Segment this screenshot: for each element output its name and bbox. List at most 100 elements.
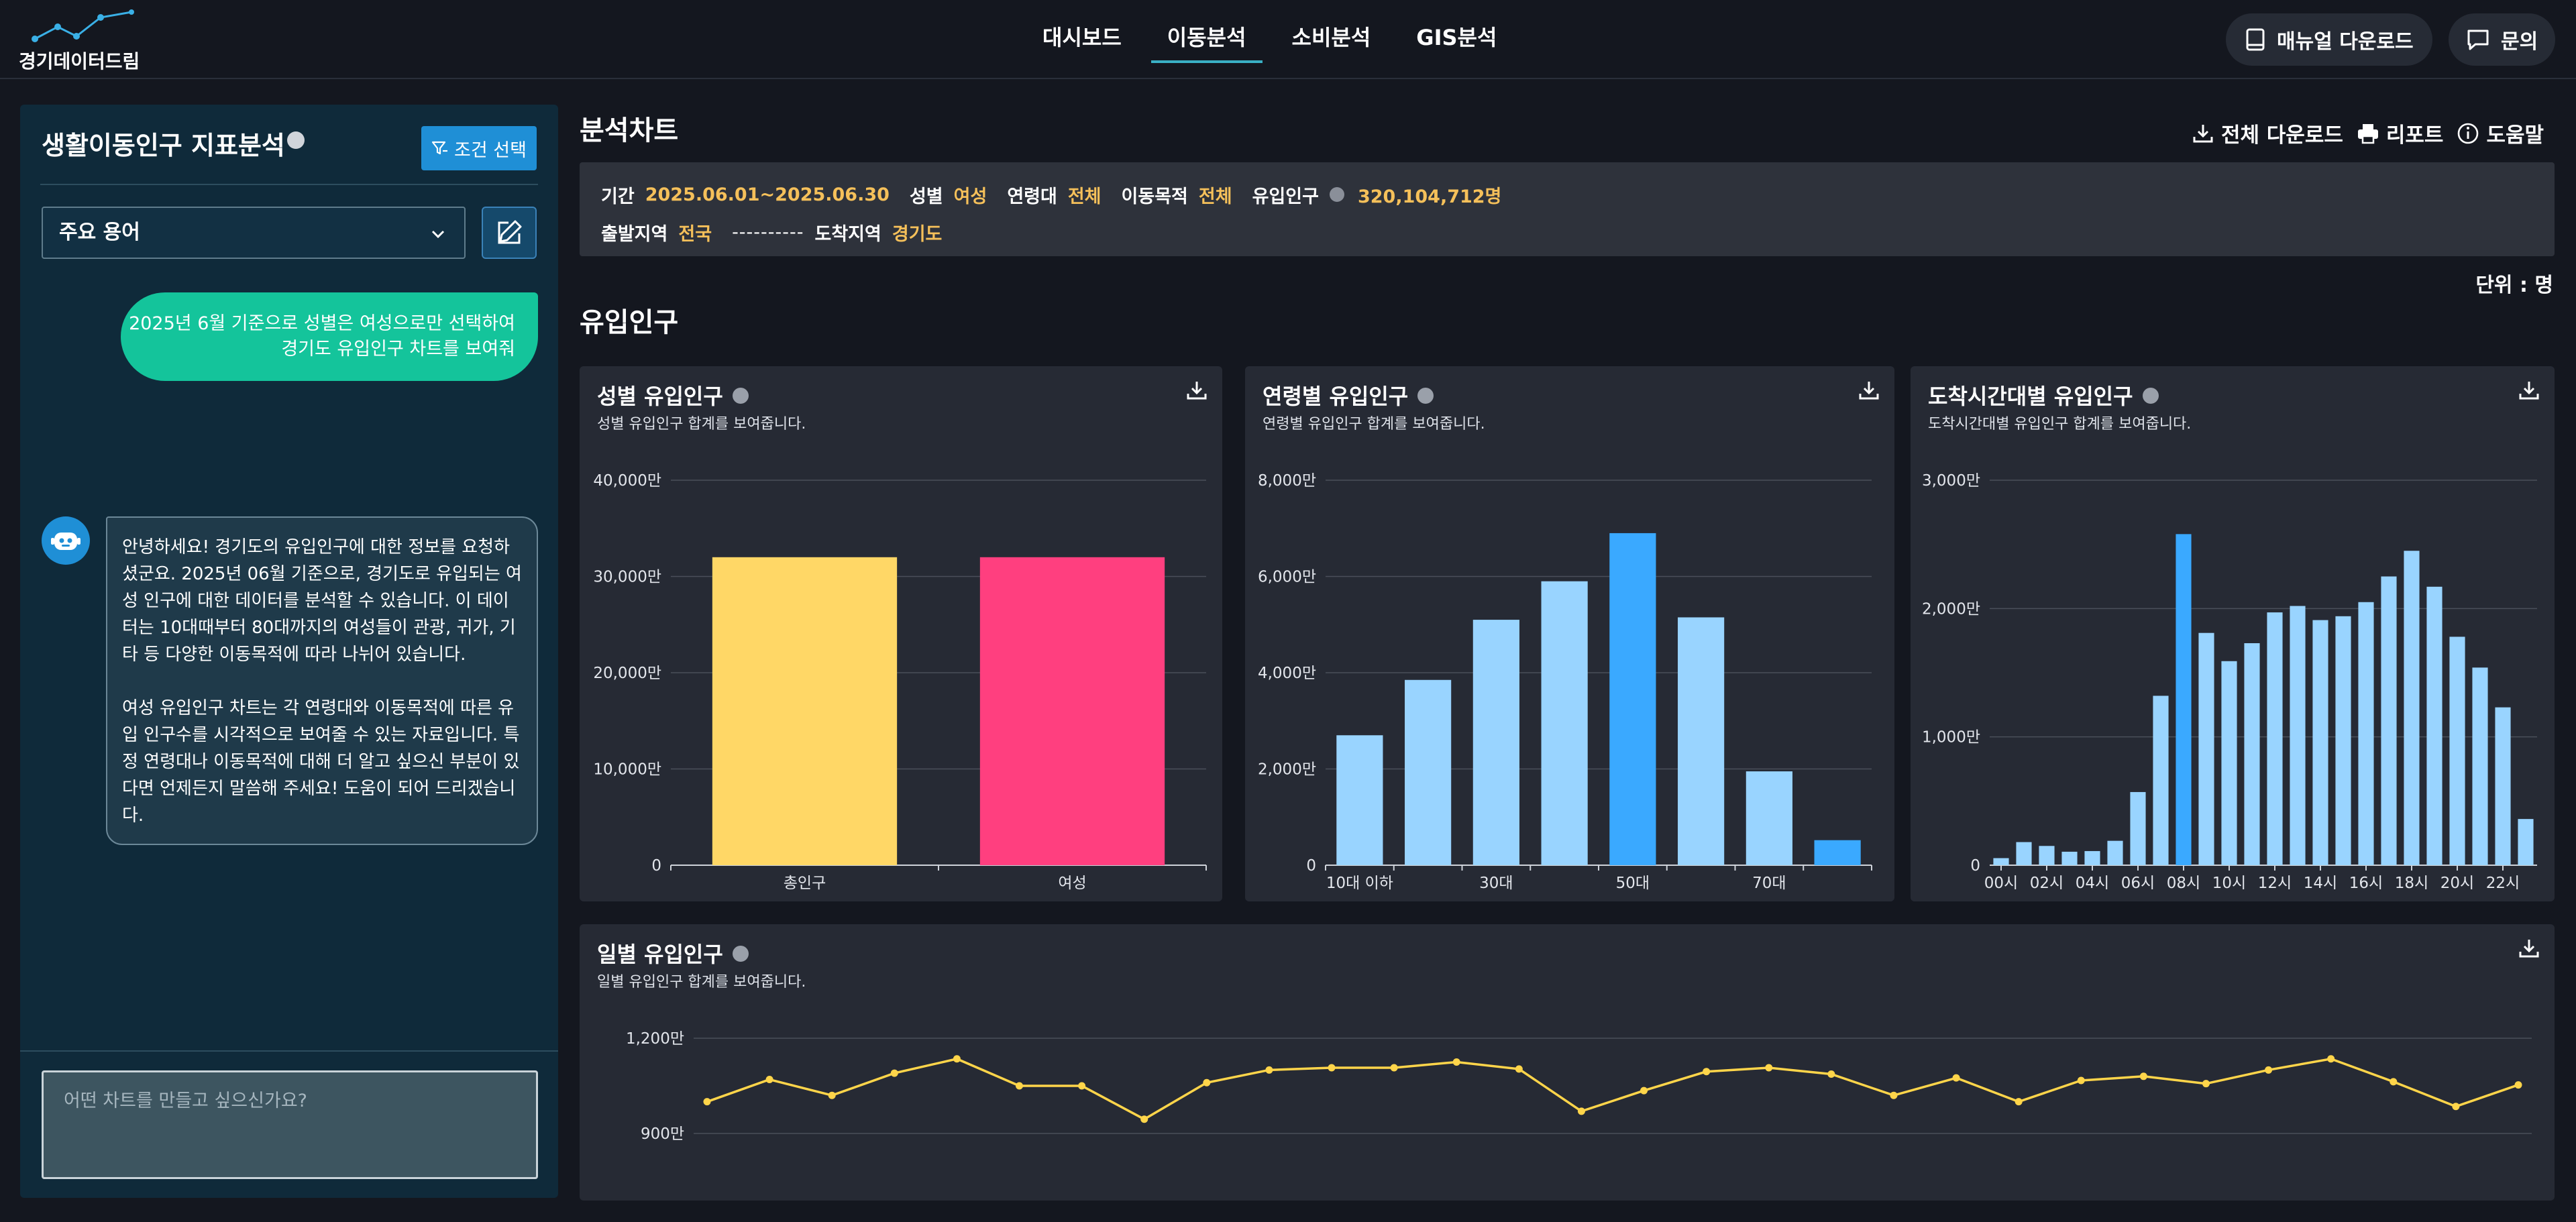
gender-label: 성별	[909, 186, 943, 207]
inquiry-button[interactable]: 문의	[2449, 13, 2556, 66]
report-button[interactable]: 리포트	[2357, 118, 2444, 148]
point-06.24	[2139, 1072, 2147, 1080]
point-06.19	[1827, 1070, 1835, 1078]
report-label: 리포트	[2385, 123, 2444, 148]
y-tick-label: 2,000만	[1258, 761, 1316, 779]
x-tick-label: 10대 이하	[1326, 875, 1393, 892]
help-button[interactable]: 도움말	[2457, 118, 2544, 148]
manual-download-button[interactable]: 매뉴얼 다운로드	[2226, 13, 2432, 66]
condition-select-button[interactable]: 조건 선택	[421, 126, 537, 170]
x-tick-label: 20시	[2440, 875, 2474, 892]
gender-chart-subtitle: 성별 유입인구 합계를 보여줍니다.	[597, 416, 806, 433]
bar-14시	[2312, 620, 2328, 865]
download-icon[interactable]	[2518, 380, 2540, 401]
inflow-label: 유입인구	[1252, 186, 1319, 207]
point-06.05	[953, 1055, 961, 1063]
purpose-value: 전체	[1198, 186, 1232, 207]
point-06.25	[2202, 1080, 2210, 1088]
gender-bar-chart: 0 10,000만 20,000만 30,000만 40,000만총인구 여성	[593, 472, 1207, 892]
download-icon[interactable]	[1858, 380, 1880, 401]
age-chart-card: 0 2,000만 4,000만 6,000만 8,000만 10대 이하 30대 50대 70대…	[1245, 366, 1894, 901]
chart-tools: 전체 다운로드 리포트 도움말	[2178, 118, 2544, 148]
age-label: 연령대	[1007, 186, 1057, 207]
user-message: 2025년 6월 기준으로 성별은 여성으로만 선택하여 경기도 유입인구 차트…	[121, 292, 538, 381]
bar-여성	[979, 557, 1165, 865]
divider	[40, 184, 538, 185]
age-chart-subtitle: 연령별 유입인구 합계를 보여줍니다.	[1263, 416, 1485, 433]
daily-chart-title: 일별 유입인구	[597, 938, 749, 968]
daily-series-line	[706, 1057, 2519, 1121]
y-tick-label: 10,000만	[593, 761, 661, 779]
help-icon[interactable]	[2142, 388, 2159, 404]
download-all-button[interactable]: 전체 다운로드	[2192, 118, 2343, 148]
y-tick-label: 0	[1306, 857, 1316, 875]
x-tick-label: 12시	[2258, 875, 2292, 892]
x-tick-label: 30대	[1479, 875, 1513, 892]
logo[interactable]: 경기데이터드림	[19, 9, 153, 72]
edit-button[interactable]	[482, 207, 537, 259]
age-bar-chart: 0 2,000만 4,000만 6,000만 8,000만 10대 이하 30대 50대 70대	[1258, 472, 1872, 892]
point-06.08	[1140, 1115, 1148, 1123]
point-06.01	[703, 1098, 711, 1106]
inflow-help-icon[interactable]	[1329, 187, 1344, 202]
bar-20시	[2449, 636, 2465, 865]
inquiry-label: 문의	[2501, 30, 2538, 54]
help-icon[interactable]	[1417, 388, 1434, 404]
chat-input[interactable]	[42, 1070, 538, 1179]
x-tick-label: 14시	[2304, 875, 2337, 892]
bar-23시	[2518, 819, 2534, 865]
point-06.30	[2514, 1081, 2522, 1089]
nav-consumption-analysis[interactable]: 소비분석	[1271, 0, 1393, 79]
help-icon[interactable]	[732, 946, 749, 962]
inflow-section-title: 유입인구	[580, 307, 679, 338]
chevron-down-icon	[431, 230, 445, 239]
bar-04시	[2084, 850, 2100, 865]
nav-movement-analysis[interactable]: 이동분석	[1146, 0, 1268, 79]
gender-chart-title: 성별 유입인구	[597, 380, 749, 410]
logo-text: 경기데이터드림	[19, 50, 140, 72]
point-06.12	[1390, 1064, 1398, 1072]
point-06.21	[1952, 1074, 1960, 1082]
bar-12시	[2267, 612, 2283, 865]
condition-select-label: 조건 선택	[454, 140, 527, 161]
point-06.09	[1203, 1078, 1211, 1087]
point-06.18	[1765, 1064, 1773, 1072]
bar-01시	[2016, 842, 2032, 865]
y-tick-label: 0	[1970, 857, 1980, 875]
y-tick-label: 40,000만	[593, 472, 661, 490]
nav-dashboard[interactable]: 대시보드	[1021, 0, 1143, 79]
x-tick-label: 총인구	[784, 875, 826, 892]
daily-line-chart: 900만 1,200만	[626, 1030, 2532, 1143]
bar-11시	[2244, 643, 2260, 865]
y-tick-label: 6,000만	[1258, 569, 1316, 586]
y-tick-label: 0	[651, 857, 661, 875]
point-06.03	[828, 1091, 836, 1099]
bar-15시	[2335, 616, 2351, 865]
x-tick-label: 00시	[1984, 875, 2018, 892]
bar-60대	[1678, 617, 1725, 865]
nav-gis-analysis[interactable]: GIS분석	[1395, 0, 1518, 79]
term-select-dropdown[interactable]: 주요 용어	[42, 207, 466, 259]
y-tick-label: 3,000만	[1922, 472, 1980, 490]
bar-22시	[2495, 707, 2511, 865]
point-06.16	[1640, 1087, 1648, 1095]
period-label: 기간	[601, 186, 635, 207]
printer-icon	[2357, 123, 2378, 144]
x-tick-label: 06시	[2121, 875, 2155, 892]
y-tick-label: 1,000만	[1922, 729, 1980, 746]
bar-08시	[2176, 534, 2192, 865]
help-icon[interactable]	[287, 131, 305, 149]
book-icon	[2246, 28, 2265, 51]
download-icon[interactable]	[2518, 938, 2540, 959]
bar-10시	[2221, 661, 2237, 865]
bar-80대	[1814, 840, 1861, 865]
point-06.07	[1078, 1082, 1086, 1090]
user-message-text: 2025년 6월 기준으로 성별은 여성으로만 선택하여 경기도 유입인구 차트…	[129, 313, 515, 359]
download-icon[interactable]	[1186, 380, 1208, 401]
time-chart-card: 0 1,000만 2,000만 3,000만 00시 02시 04시 06시 08시 10시 12시…	[1911, 366, 2555, 901]
bar-총인구	[712, 557, 898, 865]
age-chart-title: 연령별 유입인구	[1263, 380, 1434, 410]
bar-13시	[2290, 606, 2306, 865]
x-tick-label: 10시	[2212, 875, 2246, 892]
help-icon[interactable]	[732, 388, 749, 404]
